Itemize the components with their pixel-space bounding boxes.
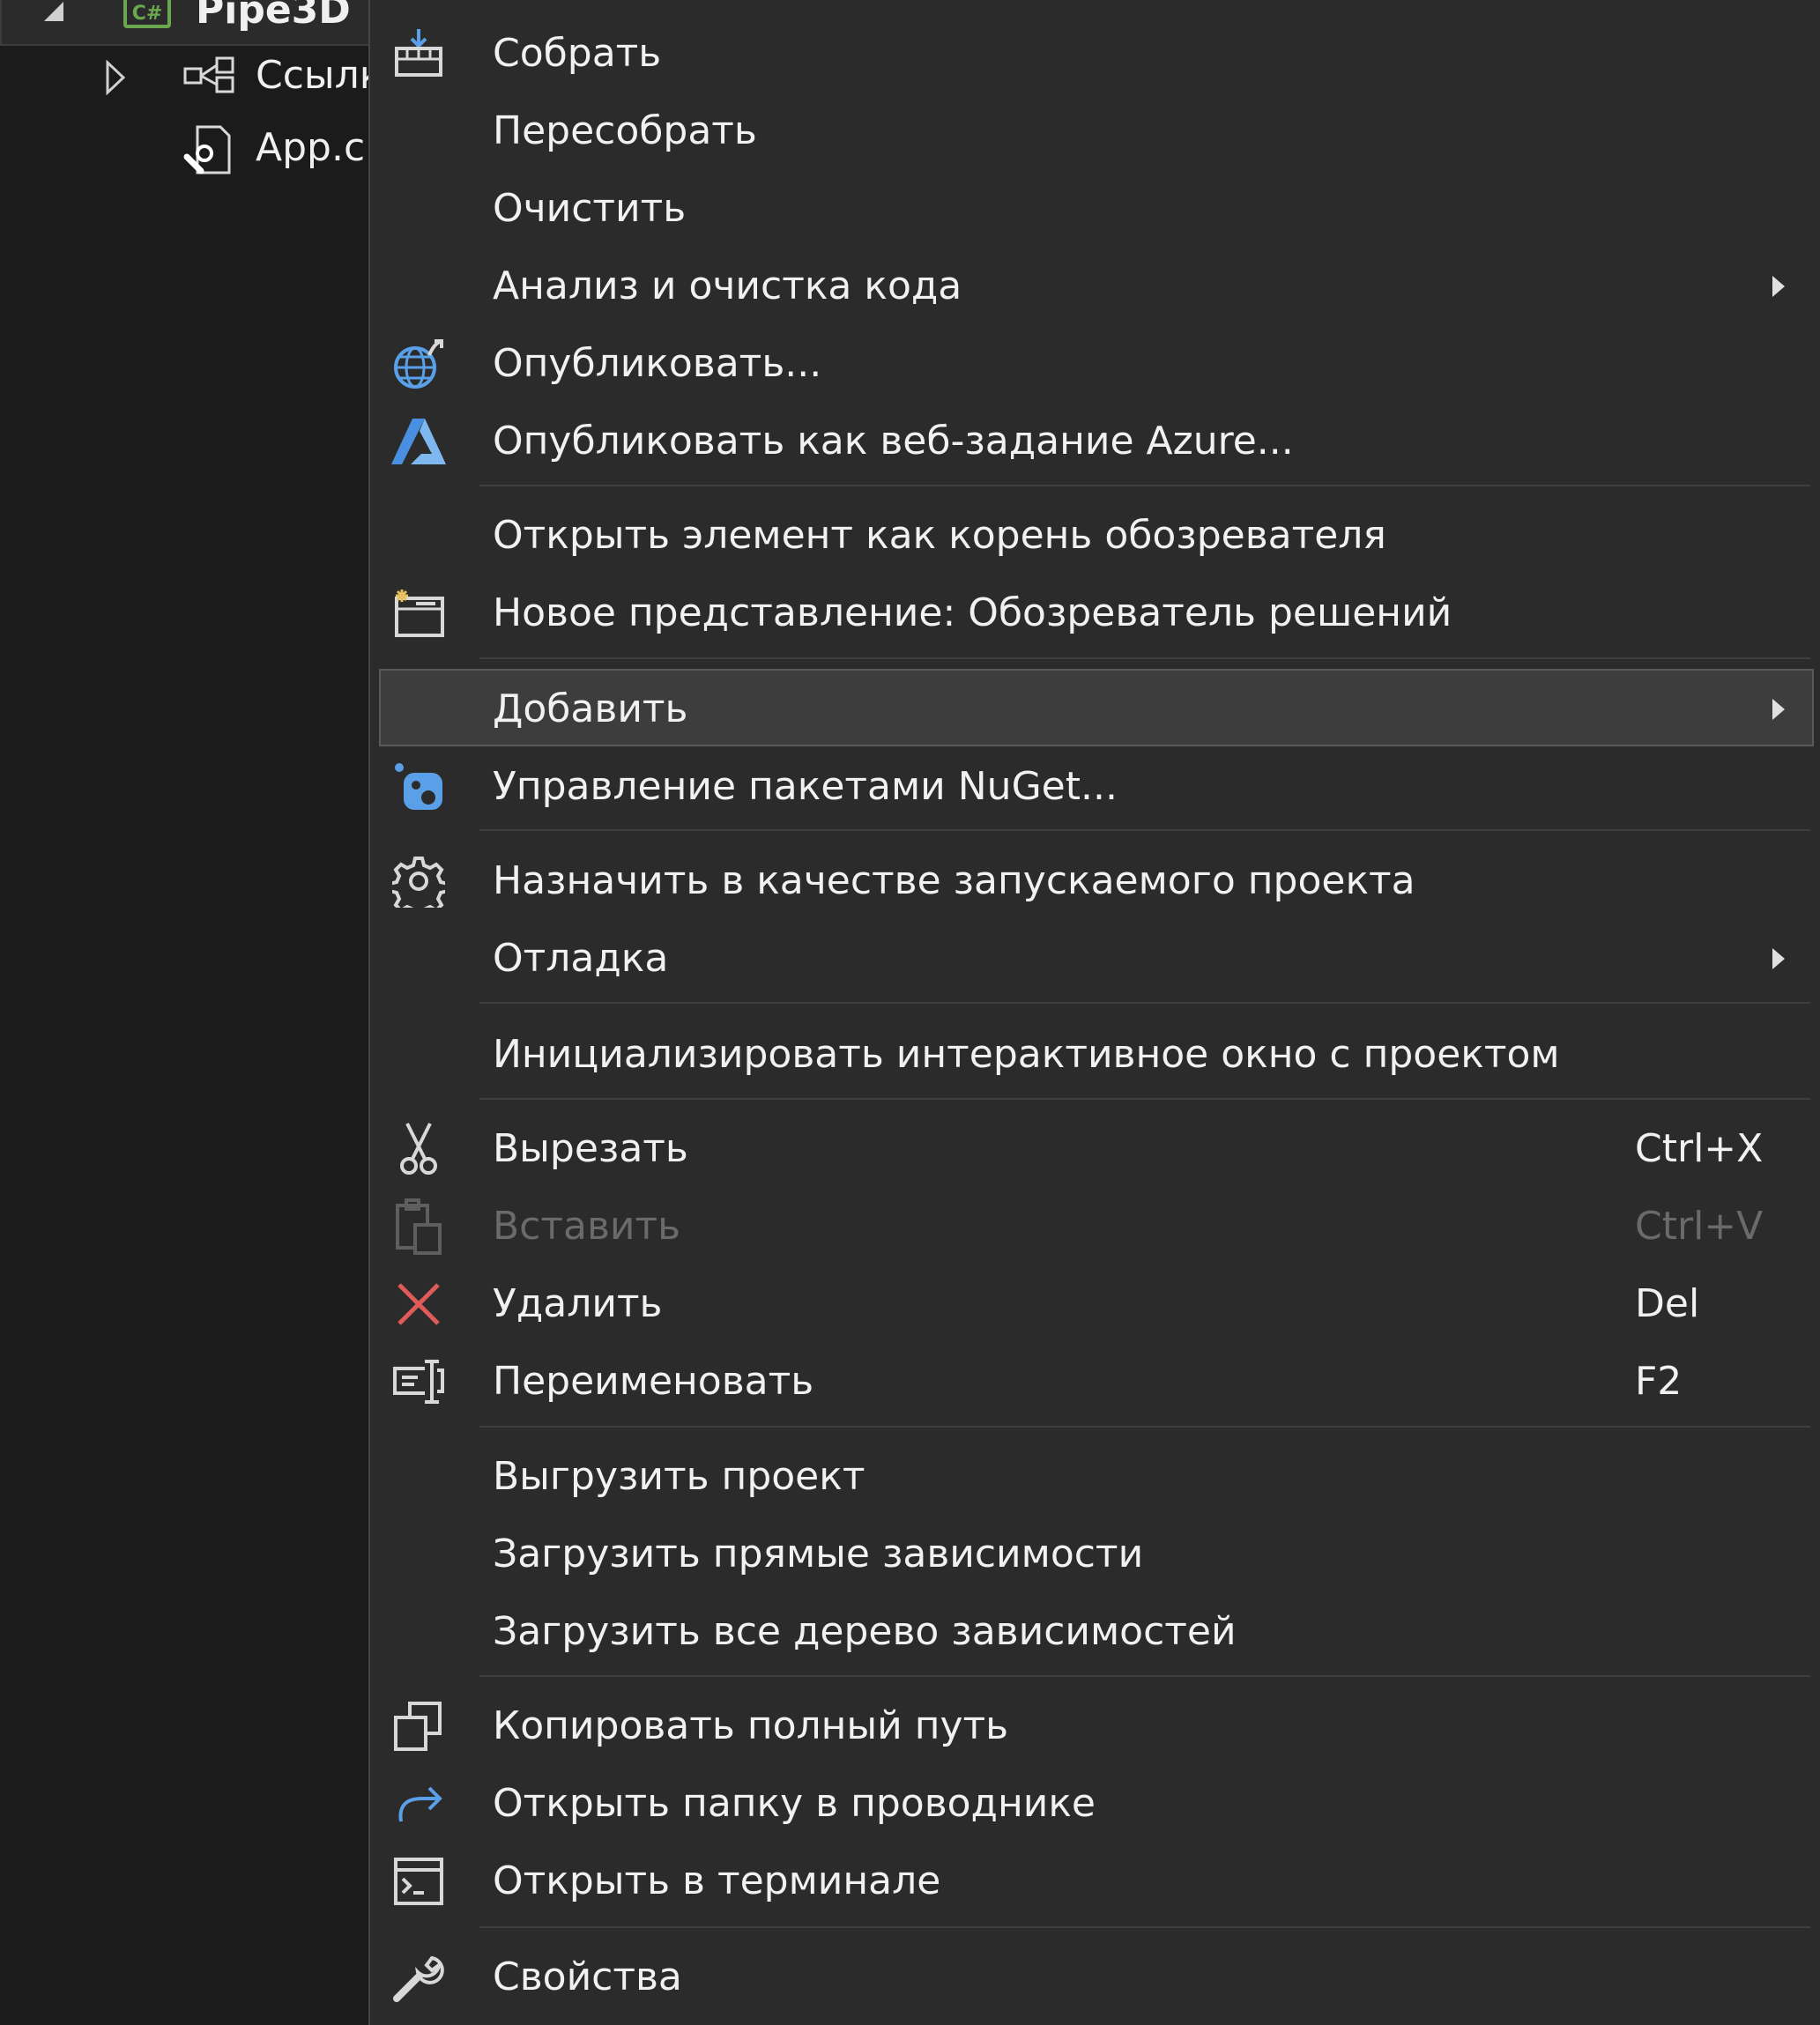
shortcut-label: Ctrl+V [1635,1204,1764,1249]
menu-item-label: Управление пакетами NuGet... [493,764,1118,809]
menu-separator [479,1426,1810,1428]
menu-item-label: Загрузить все дерево зависимостей [493,1609,1237,1654]
tree-item-label: App.c [256,125,366,170]
menu-item-label: Выгрузить проект [493,1454,865,1499]
paste-icon [390,1198,448,1255]
shortcut-label: F2 [1635,1359,1683,1404]
shortcut-label: Del [1635,1281,1700,1326]
menu-item-clean[interactable]: Очистить [370,170,1820,248]
menu-item-rebuild[interactable]: Пересобрать [370,93,1820,170]
tree-row-project[interactable]: C# Pipe3D [0,0,370,46]
menu-item-label: Пересобрать [493,108,757,153]
menu-item-label: Новое представление: Обозреватель решени… [493,590,1452,635]
menu-item-copy-full-path[interactable]: Копировать полный путь [370,1688,1820,1765]
nuget-icon [390,760,448,813]
copy-icon [390,1700,448,1753]
tree-row-app-config[interactable]: App.c [0,115,370,185]
delete-x-icon [390,1278,448,1331]
menu-item-add[interactable]: Добавить [379,669,1814,746]
menu-item-publish-azure[interactable]: Опубликовать как веб-задание Azure... [370,403,1820,480]
menu-item-label: Собрать [493,31,662,76]
publish-globe-icon [390,338,448,390]
menu-item-label: Открыть папку в проводнике [493,1781,1096,1826]
collapse-arrow-icon[interactable] [42,0,65,23]
submenu-arrow-icon [1772,699,1785,720]
menu-item-open-in-explorer[interactable]: Открыть папку в проводнике [370,1765,1820,1843]
menu-item-label: Опубликовать... [493,341,822,386]
menu-item-label: Отладка [493,936,669,981]
menu-item-analyze[interactable]: Анализ и очистка кода [370,248,1820,325]
menu-separator [479,829,1810,831]
menu-item-label: Опубликовать как веб-задание Azure... [493,419,1294,464]
menu-item-label: Назначить в качестве запускаемого проект… [493,858,1415,903]
menu-item-cut[interactable]: Вырезать Ctrl+X [370,1110,1820,1188]
menu-item-manage-nuget[interactable]: Управление пакетами NuGet... [370,748,1820,826]
menu-item-label: Удалить [493,1281,663,1326]
rename-icon [390,1355,448,1408]
context-menu: Собрать Пересобрать Очистить Анализ и оч… [368,0,1820,2025]
gear-icon [390,855,448,908]
shortcut-label: Ctrl+X [1635,1126,1764,1171]
new-view-icon [390,587,448,640]
menu-item-label: Добавить [493,686,688,731]
references-icon [182,55,238,93]
menu-item-unload-project[interactable]: Выгрузить проект [370,1438,1820,1516]
menu-item-label: Очистить [493,186,687,231]
menu-item-paste: Вставить Ctrl+V [370,1188,1820,1265]
submenu-arrow-icon [1772,276,1785,297]
menu-item-init-interactive[interactable]: Инициализировать интерактивное окно с пр… [370,1016,1820,1094]
tree-row-references[interactable]: Ссылк [0,42,383,113]
expand-arrow-icon[interactable] [104,60,127,95]
menu-item-label: Открыть элемент как корень обозревателя [493,513,1386,558]
csharp-project-icon: C# [123,0,171,28]
scissors-icon [390,1123,448,1176]
menu-item-load-direct-deps[interactable]: Загрузить прямые зависимости [370,1516,1820,1593]
menu-item-label: Вырезать [493,1126,688,1171]
terminal-icon [390,1855,448,1908]
menu-item-label: Переименовать [493,1359,814,1404]
menu-item-label: Загрузить прямые зависимости [493,1532,1144,1576]
menu-separator [479,1926,1810,1928]
menu-item-set-startup[interactable]: Назначить в качестве запускаемого проект… [370,842,1820,920]
azure-icon [390,415,448,468]
menu-item-build[interactable]: Собрать [370,15,1820,93]
solution-explorer: C# Pipe3D Ссылк App.c [0,0,383,2025]
build-icon [390,27,448,80]
menu-separator [479,485,1810,486]
project-name: Pipe3D [196,0,351,33]
menu-item-load-all-deps[interactable]: Загрузить все дерево зависимостей [370,1593,1820,1671]
redo-arrow-icon [390,1777,448,1830]
menu-separator [479,1002,1810,1004]
screen: C# Pipe3D Ссылк App.c Собрать Пересобрат… [0,0,1820,2025]
menu-item-properties[interactable]: Свойства [370,1939,1820,2016]
menu-item-rename[interactable]: Переименовать F2 [370,1343,1820,1420]
menu-item-label: Копировать полный путь [493,1703,1009,1748]
wrench-icon [390,1951,448,2004]
config-file-icon [182,122,234,178]
menu-separator [479,657,1810,659]
menu-item-delete[interactable]: Удалить Del [370,1265,1820,1343]
menu-item-label: Вставить [493,1204,681,1249]
menu-item-label: Анализ и очистка кода [493,263,962,308]
menu-separator [479,1675,1810,1677]
tree-item-label: Ссылк [256,53,383,98]
menu-item-label: Свойства [493,1955,682,1999]
menu-item-label: Инициализировать интерактивное окно с пр… [493,1032,1560,1077]
menu-item-label: Открыть в терминале [493,1858,941,1903]
menu-separator [479,1098,1810,1100]
menu-item-publish[interactable]: Опубликовать... [370,325,1820,403]
menu-item-debug[interactable]: Отладка [370,920,1820,998]
submenu-arrow-icon [1772,948,1785,969]
menu-item-new-view[interactable]: Новое представление: Обозреватель решени… [370,575,1820,652]
menu-item-scope-to-this[interactable]: Открыть элемент как корень обозревателя [370,497,1820,575]
menu-item-open-in-terminal[interactable]: Открыть в терминале [370,1843,1820,1920]
